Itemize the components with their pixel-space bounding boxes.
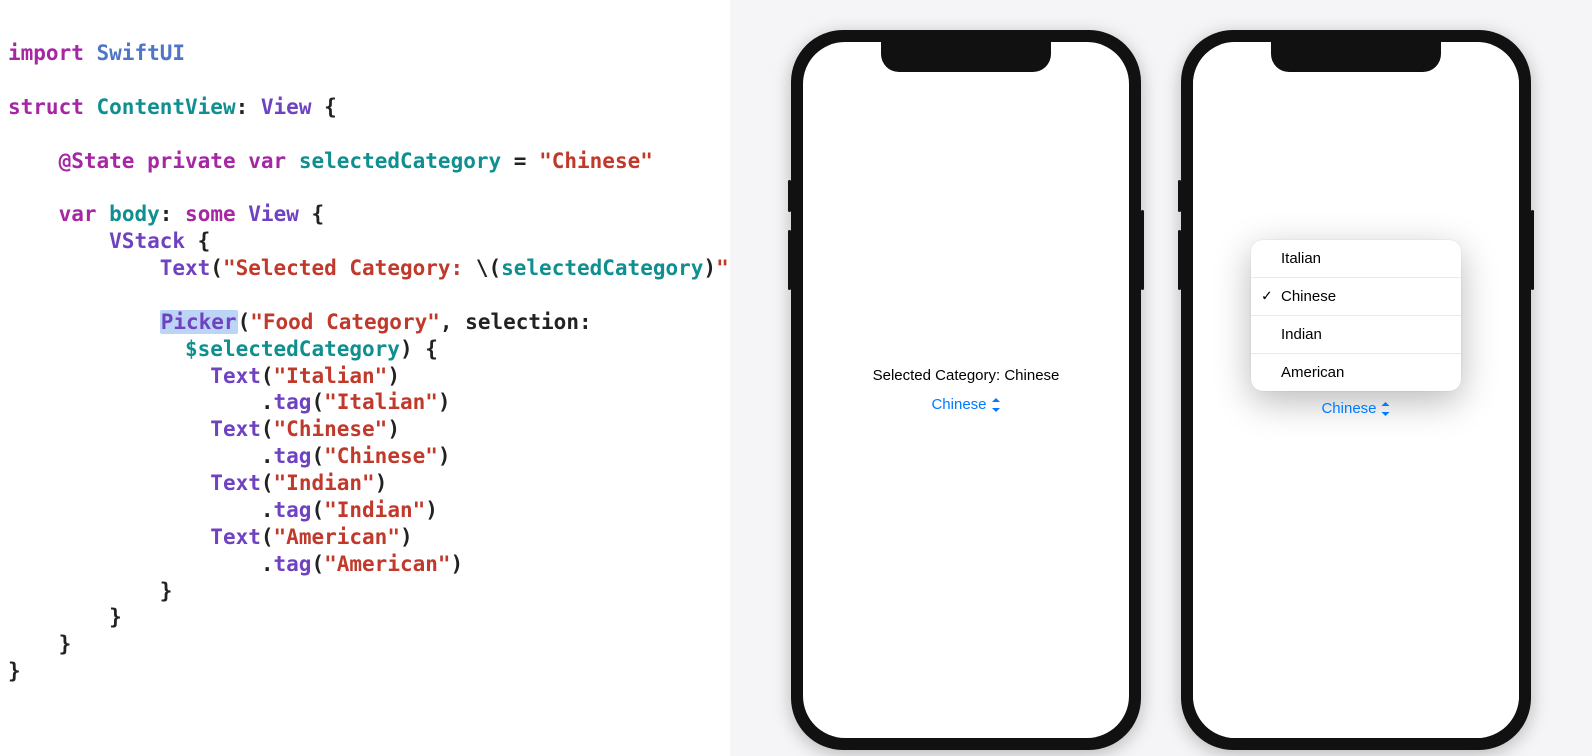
menu-item-label: Chinese bbox=[1281, 288, 1336, 305]
picker-value: Chinese bbox=[931, 396, 986, 413]
chevron-up-down-icon bbox=[991, 398, 1001, 412]
menu-item-american[interactable]: American bbox=[1251, 353, 1461, 391]
selected-category-label: Selected Category: Chinese bbox=[873, 367, 1060, 384]
chevron-up-down-icon bbox=[1381, 402, 1391, 416]
preview-pane: Selected Category: Chinese Chinese Itali… bbox=[730, 0, 1592, 756]
menu-item-chinese[interactable]: ✓ Chinese bbox=[1251, 277, 1461, 315]
menu-item-label: Italian bbox=[1281, 250, 1321, 267]
menu-item-italian[interactable]: Italian bbox=[1251, 240, 1461, 277]
phone-screen: Italian ✓ Chinese Indian American Chinese bbox=[1193, 42, 1519, 738]
source-code[interactable]: import SwiftUI struct ContentView: View … bbox=[8, 40, 722, 685]
phone-mockup-expanded: Italian ✓ Chinese Indian American Chinese bbox=[1181, 30, 1531, 750]
phone-notch bbox=[881, 42, 1051, 72]
picker-button[interactable]: Chinese bbox=[1321, 400, 1390, 417]
menu-item-label: American bbox=[1281, 364, 1344, 381]
menu-item-label: Indian bbox=[1281, 326, 1322, 343]
picker-button[interactable]: Chinese bbox=[931, 396, 1000, 413]
picker-menu: Italian ✓ Chinese Indian American bbox=[1251, 240, 1461, 391]
menu-item-indian[interactable]: Indian bbox=[1251, 315, 1461, 353]
phone-notch bbox=[1271, 42, 1441, 72]
code-editor-pane: import SwiftUI struct ContentView: View … bbox=[0, 0, 730, 756]
phone-mockup-collapsed: Selected Category: Chinese Chinese bbox=[791, 30, 1141, 750]
picker-value: Chinese bbox=[1321, 400, 1376, 417]
phone-screen: Selected Category: Chinese Chinese bbox=[803, 42, 1129, 738]
checkmark-icon: ✓ bbox=[1261, 287, 1273, 304]
